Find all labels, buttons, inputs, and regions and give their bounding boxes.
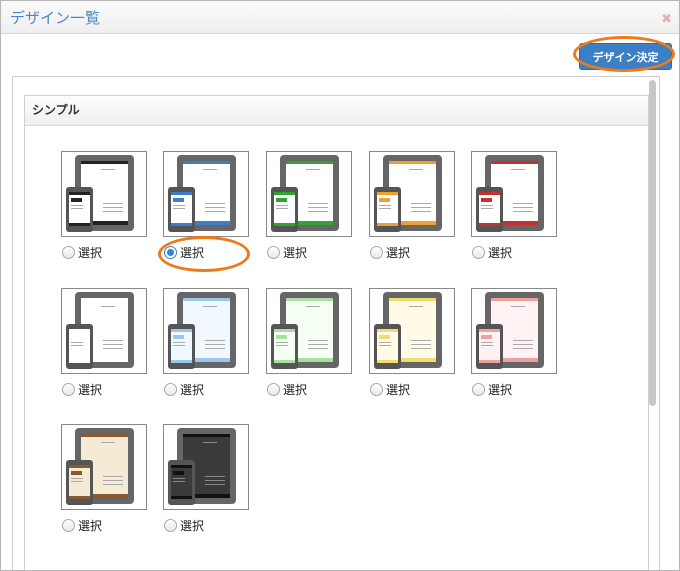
design-thumbnail[interactable]	[61, 151, 147, 237]
design-option: 選択	[163, 424, 249, 533]
phone-preview	[271, 324, 298, 369]
design-select-option[interactable]: 選択	[163, 381, 249, 397]
design-select-option[interactable]: 選択	[61, 381, 147, 397]
design-radio-label: 選択	[180, 518, 205, 533]
design-option: 選択	[369, 151, 455, 260]
design-thumbnail[interactable]	[471, 151, 557, 237]
design-radio[interactable]	[62, 518, 75, 532]
section-title: シンプル	[25, 96, 648, 126]
phone-preview	[476, 324, 503, 369]
design-radio[interactable]	[370, 382, 383, 396]
design-thumbnail[interactable]	[163, 151, 249, 237]
design-thumbnail[interactable]	[266, 151, 352, 237]
phone-preview	[66, 324, 93, 369]
design-select-option[interactable]: 選択	[471, 244, 557, 260]
design-radio[interactable]	[62, 245, 75, 259]
design-radio[interactable]	[164, 245, 177, 259]
design-radio-label: 選択	[283, 382, 308, 397]
phone-preview	[374, 324, 401, 369]
design-radio-label: 選択	[386, 245, 411, 260]
design-option: 選択	[163, 288, 249, 397]
design-thumbnail[interactable]	[163, 424, 249, 510]
design-option: 選択	[266, 151, 352, 260]
design-radio-label: 選択	[488, 245, 513, 260]
design-thumbnail[interactable]	[61, 288, 147, 374]
dialog-title: デザイン一覧	[10, 9, 101, 27]
design-select-option[interactable]: 選択	[61, 517, 147, 533]
phone-preview	[476, 187, 503, 232]
design-radio-label: 選択	[488, 382, 513, 397]
design-radio[interactable]	[164, 382, 177, 396]
close-icon[interactable]: ✖	[661, 12, 672, 27]
design-select-option[interactable]: 選択	[163, 244, 249, 260]
design-thumbnail[interactable]	[369, 288, 455, 374]
design-option: 選択	[471, 288, 557, 397]
scrollbar-thumb[interactable]	[649, 80, 656, 406]
design-option: 選択	[163, 151, 249, 260]
design-radio[interactable]	[267, 382, 280, 396]
phone-preview	[168, 324, 195, 369]
phone-preview	[168, 187, 195, 232]
design-radio-label: 選択	[78, 382, 103, 397]
phone-preview	[271, 187, 298, 232]
design-radio[interactable]	[472, 245, 485, 259]
design-radio[interactable]	[472, 382, 485, 396]
design-select-option[interactable]: 選択	[471, 381, 557, 397]
dialog-titlebar: デザイン一覧 ✖	[1, 1, 679, 34]
design-select-option[interactable]: 選択	[369, 244, 455, 260]
design-thumbnail[interactable]	[61, 424, 147, 510]
design-thumbnail[interactable]	[266, 288, 352, 374]
design-option: 選択	[61, 288, 147, 397]
design-radio-label: 選択	[180, 382, 205, 397]
design-select-option[interactable]: 選択	[266, 244, 352, 260]
design-radio[interactable]	[370, 245, 383, 259]
design-select-option[interactable]: 選択	[266, 381, 352, 397]
design-radio-label: 選択	[283, 245, 308, 260]
design-radio[interactable]	[164, 518, 177, 532]
design-radio-label: 選択	[180, 245, 205, 260]
design-select-option[interactable]: 選択	[163, 517, 249, 533]
phone-preview	[66, 460, 93, 505]
design-option: 選択	[369, 288, 455, 397]
design-thumbnail[interactable]	[471, 288, 557, 374]
phone-preview	[374, 187, 401, 232]
design-thumbnail[interactable]	[369, 151, 455, 237]
design-radio-label: 選択	[78, 518, 103, 533]
design-select-option[interactable]: 選択	[369, 381, 455, 397]
design-option: 選択	[471, 151, 557, 260]
design-decide-button[interactable]: デザイン決定	[579, 43, 672, 70]
phone-preview	[66, 187, 93, 232]
design-list-dialog: デザイン一覧 ✖ デザイン決定 シンプル 選択 選択 選択 選択 選択 選択 選択 選択 選択選…	[0, 0, 680, 571]
design-select-option[interactable]: 選択	[61, 244, 147, 260]
design-radio[interactable]	[62, 382, 75, 396]
design-thumbnail[interactable]	[163, 288, 249, 374]
design-option: 選択	[266, 288, 352, 397]
phone-preview	[168, 460, 195, 505]
design-radio-label: 選択	[386, 382, 411, 397]
design-radio[interactable]	[267, 245, 280, 259]
design-option: 選択	[61, 424, 147, 533]
design-radio-label: 選択	[78, 245, 103, 260]
design-option: 選択	[61, 151, 147, 260]
